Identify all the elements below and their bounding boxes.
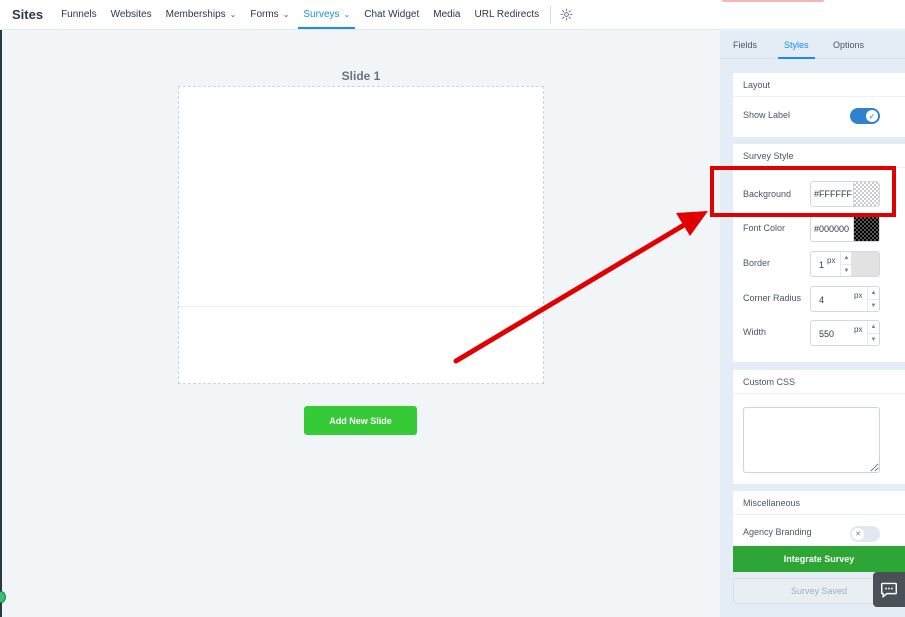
- corner-radius-input[interactable]: 4 px ▲ ▼: [810, 286, 880, 312]
- nav-item-label: Funnels: [61, 9, 97, 20]
- nav-item-label: Surveys: [303, 9, 340, 20]
- agency-branding-label: Agency Branding: [743, 527, 812, 537]
- chevron-down-icon: ⌄: [282, 10, 290, 19]
- survey-style-card: Survey Style Background #FFFFFF Font Col…: [733, 144, 905, 362]
- nav-item-label: URL Redirects: [474, 9, 540, 20]
- integrate-survey-button[interactable]: Integrate Survey: [733, 546, 905, 572]
- border-color-swatch[interactable]: [851, 252, 879, 276]
- border-value: 1: [819, 260, 825, 270]
- misc-card: Miscellaneous Agency Branding ✕: [733, 491, 905, 551]
- corner-radius-unit: px: [854, 291, 863, 300]
- agency-branding-toggle[interactable]: ✕: [850, 526, 880, 542]
- card-header: Survey Style: [733, 144, 905, 168]
- tab-fields[interactable]: Fields: [733, 40, 757, 50]
- chevron-up-icon[interactable]: ▲: [868, 321, 879, 333]
- chat-bubble-icon: [881, 582, 897, 598]
- font-color-label: Font Color: [743, 223, 786, 233]
- nav-item-label: Chat Widget: [364, 9, 420, 20]
- chat-widget-button[interactable]: [873, 572, 905, 607]
- panel-tabs: Fields Styles Options: [720, 31, 905, 59]
- background-color-field[interactable]: #FFFFFF: [810, 181, 880, 207]
- font-color-swatch[interactable]: [853, 217, 879, 241]
- chevron-down-icon[interactable]: ▼: [868, 333, 879, 345]
- tab-options[interactable]: Options: [833, 40, 864, 50]
- width-stepper[interactable]: ▲ ▼: [867, 321, 879, 345]
- slide-title: Slide 1: [341, 69, 381, 83]
- nav-item-label: Memberships: [165, 9, 226, 20]
- width-value: 550: [819, 329, 835, 339]
- slide-divider: [179, 306, 543, 307]
- corner-radius-label: Corner Radius: [743, 293, 802, 303]
- chevron-down-icon: ⌄: [229, 10, 237, 19]
- background-swatch[interactable]: [853, 182, 879, 206]
- top-nav: Sites Funnels Websites Memberships ⌄ Form…: [0, 0, 905, 30]
- border-unit: px: [827, 256, 836, 265]
- brand-title: Sites: [12, 7, 44, 22]
- check-icon: ✓: [866, 110, 878, 122]
- show-label-label: Show Label: [743, 110, 791, 120]
- nav-item-url-redirects[interactable]: URL Redirects: [475, 0, 540, 30]
- card-header: Layout: [733, 73, 905, 97]
- nav-item-label: Forms: [250, 9, 279, 20]
- background-label: Background: [743, 189, 792, 199]
- custom-css-textarea[interactable]: [743, 407, 880, 473]
- nav-item-label: Media: [433, 9, 461, 20]
- nav-divider: [550, 5, 552, 24]
- card-header: Miscellaneous: [733, 491, 905, 515]
- width-label: Width: [743, 327, 767, 337]
- left-edge-strip: [0, 30, 2, 617]
- top-right-accent: [722, 0, 824, 2]
- corner-radius-value: 4: [819, 295, 825, 305]
- show-label-toggle[interactable]: ✓: [850, 108, 880, 124]
- width-input[interactable]: 550 px ▲ ▼: [810, 320, 880, 346]
- nav-item-chat-widget[interactable]: Chat Widget: [364, 0, 419, 30]
- add-new-slide-button[interactable]: Add New Slide: [304, 406, 417, 435]
- font-color-field[interactable]: #000000: [810, 216, 880, 242]
- nav-item-label: Websites: [110, 9, 152, 20]
- slide-canvas[interactable]: [178, 86, 544, 384]
- layout-card: Layout Show Label ✓: [733, 73, 905, 137]
- nav-item-memberships[interactable]: Memberships ⌄: [166, 0, 237, 30]
- border-label: Border: [743, 258, 771, 268]
- close-icon: ✕: [852, 528, 864, 540]
- card-header: Custom CSS: [733, 370, 905, 394]
- nav-item-surveys[interactable]: Surveys ⌄: [298, 0, 356, 30]
- nav-item-funnels[interactable]: Funnels: [61, 0, 97, 30]
- background-hex: #FFFFFF: [814, 189, 852, 199]
- chevron-down-icon[interactable]: ▼: [868, 299, 879, 311]
- custom-css-card: Custom CSS: [733, 370, 905, 484]
- border-input[interactable]: 1 px ▲ ▼: [810, 251, 880, 277]
- style-panel: Fields Styles Options Layout Show Label …: [720, 31, 905, 617]
- chevron-down-icon: ⌄: [343, 10, 351, 19]
- font-color-hex: #000000: [814, 224, 850, 234]
- chevron-up-icon[interactable]: ▲: [868, 287, 879, 299]
- width-unit: px: [854, 325, 863, 334]
- nav-item-forms[interactable]: Forms ⌄: [250, 0, 289, 30]
- status-dot-icon: [0, 591, 6, 603]
- nav-item-media[interactable]: Media: [433, 0, 460, 30]
- corner-radius-stepper[interactable]: ▲ ▼: [867, 287, 879, 311]
- tab-styles[interactable]: Styles: [778, 40, 814, 59]
- nav-item-websites[interactable]: Websites: [111, 0, 152, 30]
- gear-icon[interactable]: [559, 8, 573, 22]
